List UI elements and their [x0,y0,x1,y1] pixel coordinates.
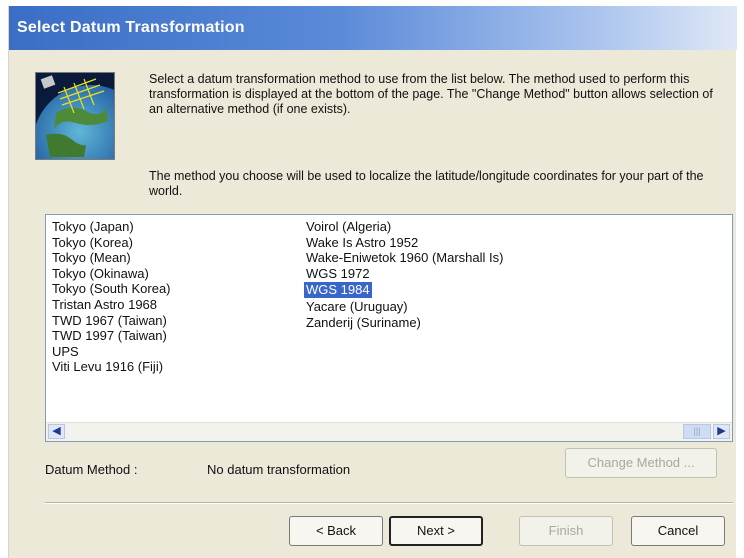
datum-list-item[interactable]: Tokyo (Japan) [50,219,173,235]
datum-method-value: No datum transformation [207,462,351,477]
datum-list-item[interactable]: TWD 1997 (Taiwan) [50,328,173,344]
back-button[interactable]: < Back [289,516,383,546]
dialog-title: Select Datum Transformation [17,19,245,36]
datum-list-item-selected[interactable]: WGS 1984 [304,282,372,298]
finish-button[interactable]: Finish [519,516,613,546]
datum-list-item[interactable]: Tokyo (Mean) [50,250,173,266]
scroll-right-arrow-icon[interactable]: ▶ [713,424,730,439]
datum-list-item[interactable]: Voirol (Algeria) [304,219,505,235]
datum-list-item[interactable]: Zanderij (Suriname) [304,315,505,331]
datum-list-item[interactable]: Tokyo (Korea) [50,235,173,251]
cancel-button[interactable]: Cancel [631,516,725,546]
datum-method-label: Datum Method : [45,462,138,477]
datum-column-2: Voirol (Algeria) Wake Is Astro 1952 Wake… [304,219,505,331]
datum-column-1: Tokyo (Japan) Tokyo (Korea) Tokyo (Mean)… [50,219,173,375]
datum-list-item[interactable]: Tokyo (South Korea) [50,281,173,297]
datum-transformation-dialog: Select Datum Transformation Select a dat… [8,6,737,558]
datum-list-item[interactable]: TWD 1967 (Taiwan) [50,313,173,329]
datum-list-item[interactable]: Tristan Astro 1968 [50,297,173,313]
instruction-text: The method you choose will be used to lo… [149,169,704,198]
horizontal-scrollbar[interactable]: ◀ ||| ▶ [46,422,732,441]
scrollbar-thumb[interactable]: ||| [683,424,711,439]
change-method-button[interactable]: Change Method ... [565,448,717,478]
next-button[interactable]: Next > [389,516,483,546]
intro-text: Select a datum transformation method to … [149,72,713,116]
datum-list-item[interactable]: Wake-Eniwetok 1960 (Marshall Is) [304,250,505,266]
title-bar: Select Datum Transformation [9,6,737,50]
datum-list-item[interactable]: WGS 1972 [304,266,505,282]
datum-list-item[interactable]: Tokyo (Okinawa) [50,266,173,282]
datum-listbox[interactable]: Tokyo (Japan) Tokyo (Korea) Tokyo (Mean)… [45,214,733,442]
scroll-left-arrow-icon[interactable]: ◀ [48,424,65,439]
separator [45,502,733,504]
datum-list-item[interactable]: Wake Is Astro 1952 [304,235,505,251]
datum-list-item[interactable]: Yacare (Uruguay) [304,299,505,315]
datum-list-item[interactable]: UPS [50,344,173,360]
globe-illustration-icon [35,72,115,160]
datum-list-item[interactable]: Viti Levu 1916 (Fiji) [50,359,173,375]
